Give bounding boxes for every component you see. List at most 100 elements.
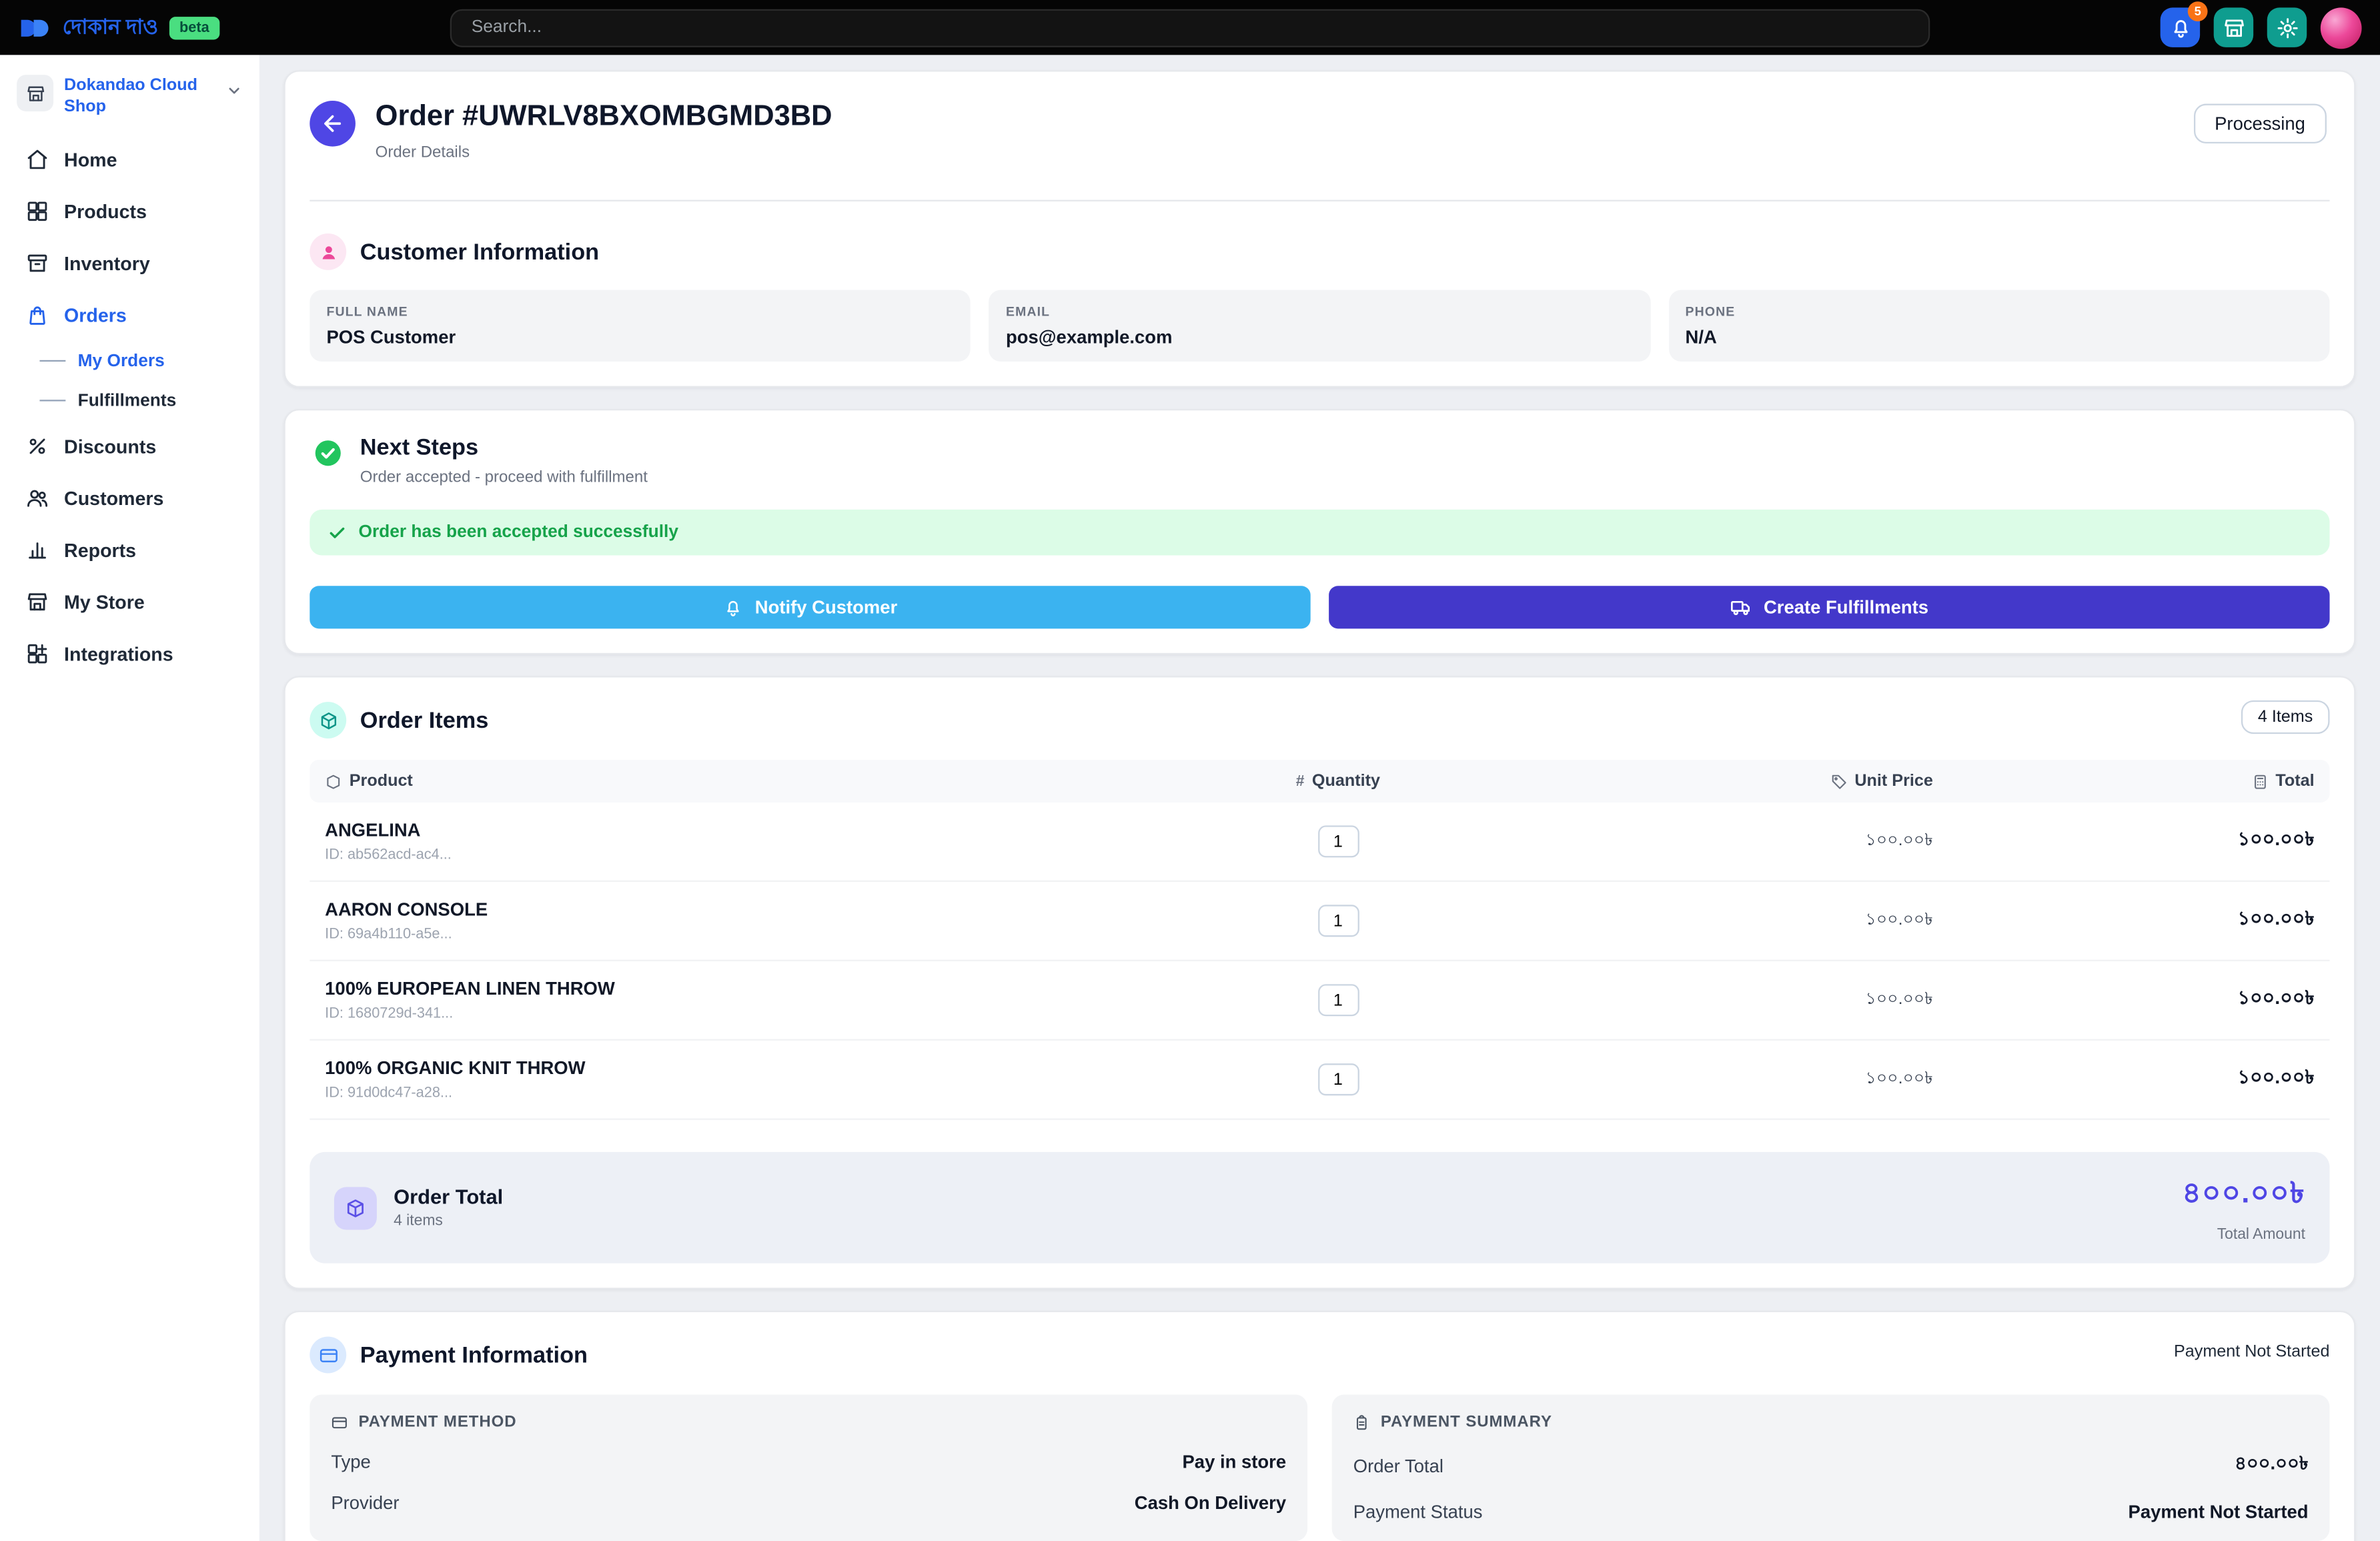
bar-chart-icon — [26, 539, 49, 562]
chevron-down-icon — [226, 83, 243, 99]
payment-row: Order Total ৪০০.০০৳ — [1353, 1451, 2309, 1482]
notifications-button[interactable]: 5 — [2161, 7, 2200, 47]
row-value: Cash On Delivery — [1135, 1492, 1286, 1514]
next-steps-titles: Next Steps Order accepted - proceed with… — [360, 435, 648, 487]
quantity-value[interactable]: 1 — [1317, 1063, 1359, 1095]
box-heading: PAYMENT SUMMARY — [1381, 1413, 1552, 1431]
payment-header: Payment Information Payment Not Started — [310, 1337, 2329, 1374]
tree-branch-icon — [39, 360, 65, 362]
product-name: AARON CONSOLE — [325, 899, 1231, 920]
sidebar-nav: Home Products Inventory Orders — [12, 133, 247, 680]
sidebar-item-label: Inventory — [64, 253, 150, 274]
hash-icon: # — [1296, 773, 1305, 789]
sidebar-item-products[interactable]: Products — [12, 185, 247, 237]
settings-button[interactable] — [2267, 7, 2307, 47]
page-subtitle: Order Details — [376, 143, 832, 161]
customer-info-header: Customer Information — [310, 233, 2329, 270]
percent-icon — [26, 435, 49, 458]
store-selector[interactable]: Dokandao Cloud Shop — [12, 67, 247, 134]
create-fulfillments-button[interactable]: Create Fulfillments — [1329, 586, 2329, 628]
status-badge: Processing — [2193, 104, 2327, 143]
brand-logo[interactable]: দোকান দাও beta — [18, 10, 219, 45]
sidebar-subitem-fulfillments[interactable]: Fulfillments — [12, 381, 247, 420]
section-heading: Payment Information — [360, 1342, 588, 1368]
sidebar-item-orders[interactable]: Orders — [12, 290, 247, 342]
payment-row: Payment Status Payment Not Started — [1353, 1502, 2309, 1523]
payment-summary-header: PAYMENT SUMMARY — [1353, 1413, 2309, 1431]
sidebar-item-customers[interactable]: Customers — [12, 472, 247, 524]
product-name: 100% ORGANIC KNIT THROW — [325, 1057, 1231, 1079]
order-total-labels: Order Total 4 items — [394, 1185, 503, 1229]
orders-subnav: My Orders Fulfillments — [12, 341, 247, 420]
notify-customer-button[interactable]: Notify Customer — [310, 586, 1310, 628]
payment-columns: PAYMENT METHOD Type Pay in store Provide… — [310, 1394, 2329, 1541]
sidebar-item-my-store[interactable]: My Store — [12, 576, 247, 628]
sidebar-item-label: Integrations — [64, 643, 173, 664]
person-icon — [310, 233, 346, 270]
cube-icon — [310, 702, 346, 738]
column-quantity: # Quantity — [1231, 772, 1445, 790]
order-total-caption: Total Amount — [2182, 1227, 2305, 1243]
sidebar: Dokandao Cloud Shop Home Products Invent… — [0, 55, 259, 1541]
topbar: দোকান দাও beta 5 — [0, 0, 2380, 55]
notification-count-badge: 5 — [2188, 1, 2208, 21]
sidebar-item-discounts[interactable]: Discounts — [12, 420, 247, 472]
column-label: Product — [350, 772, 413, 790]
logo-icon — [18, 16, 51, 39]
app: দোকান দাও beta 5 — [0, 0, 2380, 1541]
search-input[interactable] — [450, 9, 1930, 47]
product-id: ID: 69a4b110-a5e... — [325, 926, 1231, 943]
unit-price: ১০০.০০৳ — [1445, 827, 1933, 856]
unit-price: ১০০.০০৳ — [1445, 1065, 1933, 1093]
row-label: Type — [331, 1451, 371, 1472]
sidebar-item-integrations[interactable]: Integrations — [12, 628, 247, 680]
check-icon — [328, 524, 346, 542]
button-label: Notify Customer — [755, 596, 897, 618]
archive-icon — [26, 252, 49, 275]
quantity-cell: 1 — [1231, 905, 1445, 937]
row-value: ৪০০.০০৳ — [2235, 1451, 2308, 1482]
field-label: FULL NAME — [326, 304, 954, 319]
quantity-cell: 1 — [1231, 1063, 1445, 1095]
payment-row: Type Pay in store — [331, 1451, 1286, 1472]
field-phone: PHONE N/A — [1668, 290, 2329, 362]
quantity-value[interactable]: 1 — [1317, 825, 1359, 857]
bell-icon — [723, 597, 743, 617]
sidebar-item-home[interactable]: Home — [12, 133, 247, 185]
shell: Dokandao Cloud Shop Home Products Invent… — [0, 55, 2380, 1541]
payment-row: Provider Cash On Delivery — [331, 1492, 1286, 1514]
integrations-icon — [26, 642, 49, 665]
quantity-value[interactable]: 1 — [1317, 984, 1359, 1016]
field-email: EMAIL pos@example.com — [989, 290, 1650, 362]
product-cell: ANGELINA ID: ab562acd-ac4... — [325, 819, 1231, 863]
sidebar-item-reports[interactable]: Reports — [12, 524, 247, 576]
success-banner: Order has been accepted successfully — [310, 510, 2329, 556]
check-circle-icon — [310, 435, 346, 472]
sidebar-item-inventory[interactable]: Inventory — [12, 237, 247, 290]
avatar[interactable] — [2321, 7, 2362, 48]
back-button[interactable] — [310, 101, 356, 147]
row-label: Provider — [331, 1492, 399, 1514]
column-unit-price: Unit Price — [1445, 772, 1933, 790]
order-items-table: Product # Quantity Unit Price Total — [310, 760, 2329, 1120]
sidebar-item-label: Discounts — [64, 436, 156, 457]
product-id: ID: 91d0dc47-a28... — [325, 1085, 1231, 1101]
line-total: ১০০.০০৳ — [1933, 905, 2315, 936]
sidebar-subitem-my-orders[interactable]: My Orders — [12, 341, 247, 380]
storefront-button[interactable] — [2214, 7, 2253, 47]
order-total-box: Order Total 4 items ৪০০.০০৳ Total Amount — [310, 1152, 2329, 1263]
arrow-left-icon — [320, 111, 345, 136]
unit-price: ১০০.০০৳ — [1445, 907, 1933, 935]
calculator-icon — [2251, 773, 2268, 789]
field-value: N/A — [1686, 326, 2313, 348]
order-total-label: Order Total — [394, 1185, 503, 1208]
quantity-value[interactable]: 1 — [1317, 905, 1359, 937]
section-heading: Order Items — [360, 707, 489, 733]
field-full-name: FULL NAME POS Customer — [310, 290, 971, 362]
sidebar-item-label: Orders — [64, 305, 127, 326]
button-label: Create Fulfillments — [1764, 596, 1928, 618]
product-name: 100% EUROPEAN LINEN THROW — [325, 978, 1231, 999]
table-row: 100% ORGANIC KNIT THROW ID: 91d0dc47-a28… — [310, 1041, 2329, 1120]
sidebar-item-label: Reports — [64, 540, 136, 561]
shopping-bag-icon — [26, 304, 49, 326]
